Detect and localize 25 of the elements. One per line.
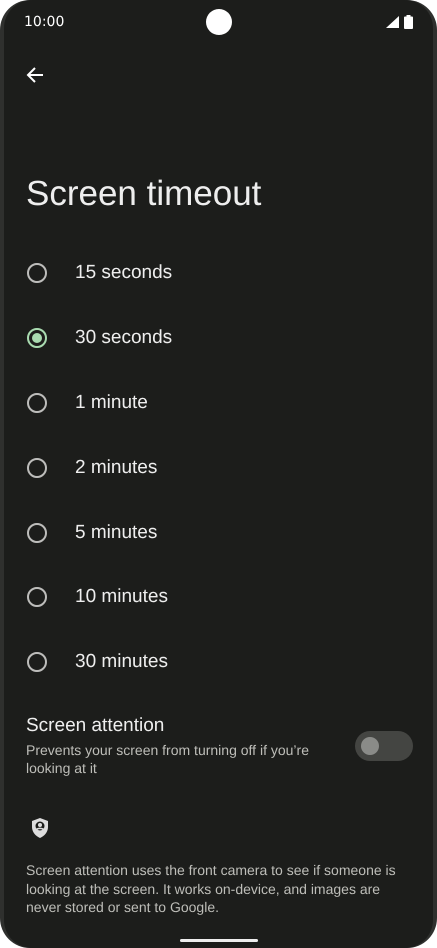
radio-button[interactable] xyxy=(27,328,47,348)
radio-option[interactable]: 5 minutes xyxy=(24,500,413,565)
radio-option[interactable]: 30 seconds xyxy=(24,306,413,371)
radio-option[interactable]: 1 minute xyxy=(24,370,413,436)
setting-title: Screen attention xyxy=(26,714,166,737)
back-arrow-icon xyxy=(25,65,45,85)
camera-cutout xyxy=(206,9,232,35)
radio-option[interactable]: 30 minutes xyxy=(24,630,413,695)
radio-button[interactable] xyxy=(27,522,47,543)
radio-option[interactable]: 15 seconds xyxy=(24,241,413,306)
radio-button[interactable] xyxy=(27,392,47,413)
setting-summary: Prevents your screen from turning off if you’re looking at it xyxy=(26,740,310,777)
radio-option[interactable]: 10 minutes xyxy=(24,564,413,630)
toggle-switch[interactable] xyxy=(355,730,413,761)
radio-button[interactable] xyxy=(27,263,47,284)
info-text: Screen attention uses the front camera to see if someone is looking at the screen. It works on-device, and images are never stored or sent to Google. xyxy=(26,860,397,917)
radio-button[interactable] xyxy=(27,587,47,608)
status-time: 10:00 xyxy=(24,14,64,30)
radio-button[interactable] xyxy=(27,458,47,478)
radio-option[interactable]: 2 minutes xyxy=(24,435,413,500)
radio-button[interactable] xyxy=(27,652,47,672)
page-title: Screen timeout xyxy=(26,176,262,211)
shield-person-icon xyxy=(30,816,50,839)
signal-icon xyxy=(386,16,399,28)
battery-icon xyxy=(404,15,413,29)
